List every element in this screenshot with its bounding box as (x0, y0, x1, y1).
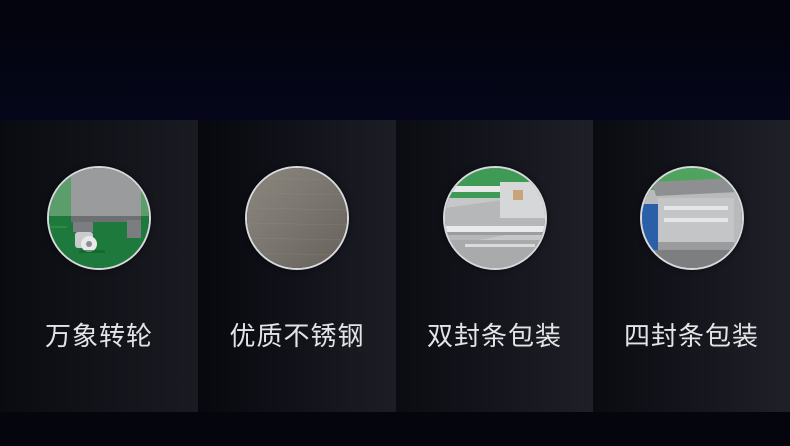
feature-page: 万象转轮 优质不锈钢 双封条包装 四封条包装 (0, 0, 790, 446)
top-banner (0, 0, 790, 120)
double-seal-bar-photo (442, 166, 547, 270)
feature-card-double-seal: 双封条包装 (396, 120, 593, 412)
feature-label: 万象转轮 (44, 322, 153, 352)
four-seal-bar-illustration (641, 168, 742, 268)
double-seal-bar-illustration (444, 168, 545, 268)
stainless-steel-photo (245, 166, 349, 270)
feature-card-stainless-steel: 优质不锈钢 (198, 120, 396, 412)
feature-label: 双封条包装 (426, 322, 562, 352)
four-seal-bar-photo (639, 166, 744, 270)
feature-label: 四封条包装 (623, 322, 759, 352)
feature-card-four-seal: 四封条包装 (593, 120, 790, 412)
caster-wheel-illustration (49, 168, 149, 268)
bottom-band (0, 412, 790, 446)
feature-card-caster-wheel: 万象转轮 (0, 120, 198, 412)
caster-wheel-photo (47, 166, 151, 270)
feature-label: 优质不锈钢 (229, 322, 365, 352)
stainless-steel-illustration (247, 168, 347, 268)
feature-cards: 万象转轮 优质不锈钢 双封条包装 四封条包装 (0, 120, 790, 412)
